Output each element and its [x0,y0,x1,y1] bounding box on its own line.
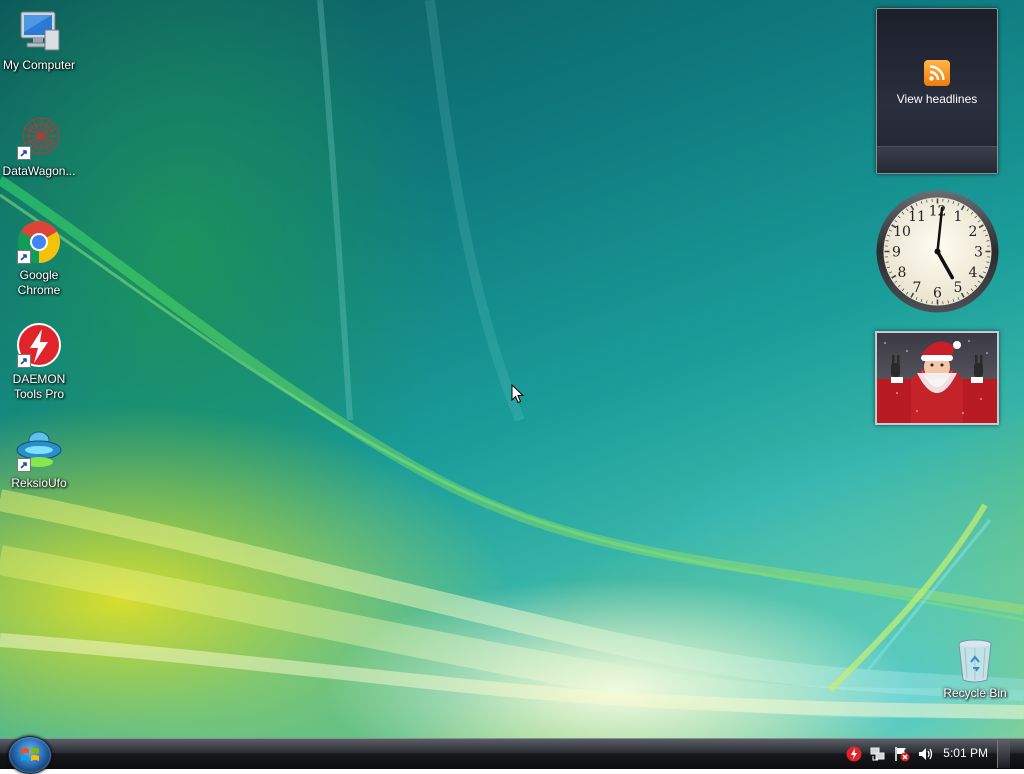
start-button[interactable] [8,736,52,774]
feed-headlines-gadget[interactable]: View headlines [876,8,998,174]
ufo-icon [15,426,63,474]
clock-numeral: 11 [908,209,926,225]
feed-gadget-footer [877,146,997,173]
desktop-icon-recycle-bin[interactable]: Recycle Bin [936,636,1014,701]
daemon-tray-icon[interactable] [846,746,862,762]
clock-numeral: 5 [954,280,963,296]
clock-numeral: 3 [974,245,983,261]
clock-numeral: 9 [892,245,901,261]
windows-logo-icon [20,746,40,764]
system-tray: 5:01 PM [820,739,1010,769]
desktop-icon-label: Google Chrome [0,268,78,298]
clock-numeral: 7 [913,280,922,296]
recycle-bin-icon [951,636,999,684]
desktop-icon-reksioufo[interactable]: ReksioUfo [0,426,78,491]
santa-claus-photo [877,333,997,423]
clock-numeral: 4 [969,265,978,281]
daemon-tools-icon [15,322,63,370]
desktop-icon-label: DataWagon... [0,164,78,179]
rss-icon [924,60,950,86]
volume-icon[interactable] [918,746,934,762]
clock-center-pin [935,249,941,255]
desktop[interactable]: My Computer DataWagon... [0,0,1024,738]
shortcut-arrow-icon [17,458,31,472]
desktop-icon-label: ReksioUfo [0,476,78,491]
clock-numeral: 6 [933,286,942,302]
clock-gadget[interactable]: 12 12 3 45678 9 1011 [875,189,1000,314]
desktop-icon-label: DAEMON Tools Pro [0,372,78,402]
taskbar: 5:01 PM [0,738,1024,769]
view-headlines-link[interactable]: View headlines [877,92,997,106]
taskbar-clock[interactable]: 5:01 PM [943,746,988,760]
computer-icon [15,8,63,56]
datawagon-icon [15,114,63,162]
wallpaper-waves [0,0,1024,738]
clock-numeral: 12 [929,204,947,220]
desktop-icon-datawagon[interactable]: DataWagon... [0,114,78,179]
clock-numeral: 2 [969,224,978,240]
desktop-icon-my-computer[interactable]: My Computer [0,8,78,73]
show-desktop-button[interactable] [997,740,1010,768]
network-icon[interactable] [870,746,886,762]
slideshow-gadget[interactable] [875,331,999,425]
shortcut-arrow-icon [17,250,31,264]
action-center-flag-icon[interactable] [894,746,910,762]
desktop-icon-google-chrome[interactable]: Google Chrome [0,218,78,298]
clock-numeral: 10 [893,224,911,240]
shortcut-arrow-icon [17,354,31,368]
shortcut-arrow-icon [17,146,31,160]
mouse-cursor-icon [511,384,525,404]
clock-numeral: 8 [898,265,907,281]
desktop-icon-daemon-tools[interactable]: DAEMON Tools Pro [0,322,78,402]
chrome-icon [15,218,63,266]
desktop-icon-label: My Computer [0,58,78,73]
clock-numeral: 1 [954,209,963,225]
desktop-icon-label: Recycle Bin [936,686,1014,701]
